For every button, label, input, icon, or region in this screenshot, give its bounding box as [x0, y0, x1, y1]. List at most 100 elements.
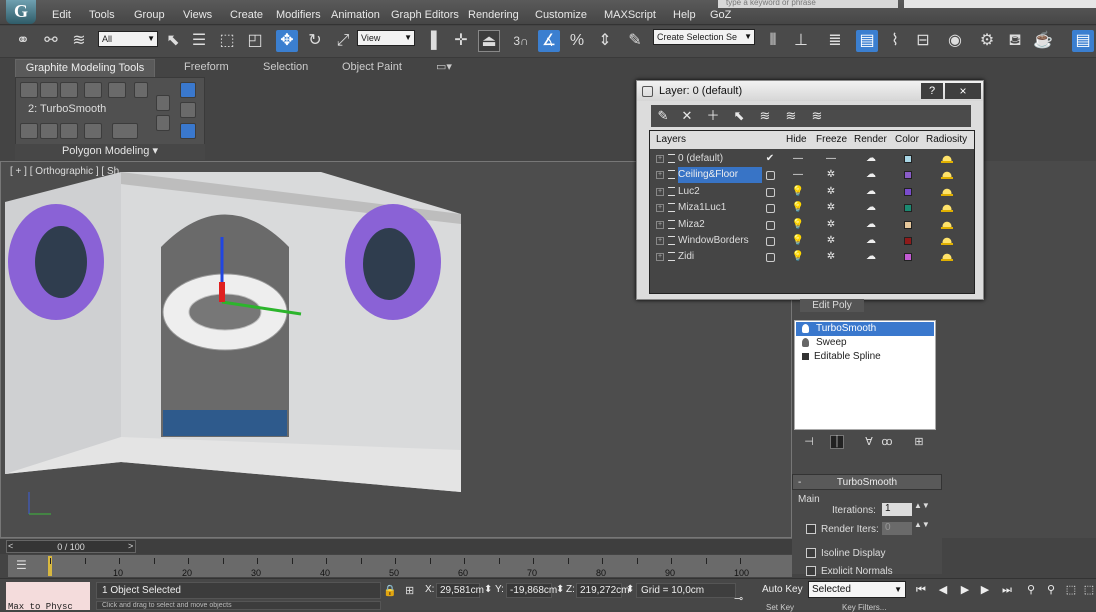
ribbon-btn-12[interactable] — [156, 95, 170, 111]
add-to-layer-icon[interactable]: ＋ — [703, 107, 723, 125]
set-key-button[interactable]: Set Key — [766, 603, 794, 612]
viewport-label[interactable]: [ + ] [ Orthographic ] [ Sh — [10, 166, 119, 177]
col-freeze[interactable]: Freeze — [816, 134, 847, 145]
mini-curve-editor-icon[interactable]: ☰ — [16, 558, 27, 572]
next-key-icon[interactable]: ▶ — [976, 582, 994, 598]
render-iters-spinner[interactable]: 0 — [882, 522, 912, 535]
ribbon-btn-11[interactable] — [112, 123, 138, 139]
layer-row[interactable]: +0 (default) ✔ — — ☁ — [650, 151, 974, 167]
hide-toggle[interactable]: 💡 — [791, 233, 805, 249]
ribbon-btn-6[interactable] — [134, 82, 148, 98]
layer-name[interactable]: 0 (default) — [678, 151, 723, 167]
bind-spacewarp-icon[interactable]: ≋ — [68, 30, 90, 52]
prev-key-icon[interactable]: ◀ — [934, 582, 952, 598]
menu-animation[interactable]: Animation — [331, 0, 380, 25]
render-iters-checkbox[interactable] — [806, 524, 816, 534]
menu-help[interactable]: Help — [673, 0, 696, 25]
graphite-toggle-icon[interactable]: ▤ — [856, 30, 878, 52]
render-toggle[interactable]: ☁ — [864, 184, 878, 200]
layer-row[interactable]: + Luc2 💡 ✲ ☁ — [650, 184, 974, 200]
align-icon[interactable]: ⊥ — [790, 30, 812, 52]
current-layer-check-icon[interactable]: ✔ — [763, 151, 777, 167]
ribbon-btn-15[interactable] — [180, 102, 196, 118]
col-radiosity[interactable]: Radiosity — [926, 134, 967, 145]
play-icon[interactable]: ▶ — [956, 582, 974, 598]
set-current-checkbox[interactable] — [766, 253, 775, 263]
scale-icon[interactable]: ⤢ — [332, 30, 354, 52]
x-coordinate-field[interactable]: 29,581cm — [436, 583, 484, 598]
layer-row[interactable]: + Miza1Luc1 💡 ✲ ☁ — [650, 200, 974, 216]
render-toggle[interactable]: ☁ — [864, 151, 878, 167]
ribbon-options-icon[interactable]: ▭▾ — [436, 59, 452, 77]
spinner-snap-icon[interactable]: ⇕ — [594, 30, 616, 52]
tab-selection[interactable]: Selection — [263, 59, 308, 77]
mirror-icon[interactable]: ⫴ — [762, 30, 784, 52]
menu-group[interactable]: Group — [134, 0, 165, 25]
layer-name[interactable]: WindowBorders — [678, 233, 749, 249]
radiosity-icon[interactable] — [941, 169, 953, 180]
modifier-item[interactable]: Editable Spline — [796, 350, 934, 364]
render-toggle[interactable]: ☁ — [864, 200, 878, 216]
set-current-checkbox[interactable] — [766, 171, 775, 181]
ribbon-btn-16[interactable] — [180, 123, 196, 139]
layer-row[interactable]: + WindowBorders 💡 ✲ ☁ — [650, 233, 974, 249]
ribbon-btn-4[interactable] — [84, 82, 102, 98]
expand-icon[interactable]: + — [656, 237, 664, 245]
close-button[interactable]: × — [945, 83, 981, 99]
menu-rendering[interactable]: Rendering — [468, 0, 519, 25]
search-input[interactable]: type a keyword or phrase — [718, 0, 898, 8]
expand-icon[interactable]: + — [656, 171, 664, 180]
radiosity-icon[interactable] — [941, 202, 953, 213]
maximize-viewport-icon[interactable]: ⬚ — [1080, 582, 1096, 598]
layer-row[interactable]: + Ceiling&Floor — ✲ ☁ — [650, 167, 974, 184]
layer-name[interactable]: Miza1Luc1 — [678, 200, 726, 216]
move-icon[interactable]: ✥ — [276, 30, 298, 52]
key-mode-dropdown[interactable]: Selected ▼ — [808, 581, 906, 598]
layer-color-swatch[interactable] — [904, 237, 912, 245]
zoom-all-icon[interactable]: ⚲ — [1042, 582, 1060, 598]
make-unique-icon[interactable]: ∀ — [862, 435, 876, 449]
explicit-normals-checkbox[interactable] — [806, 566, 816, 576]
menu-modifiers[interactable]: Modifiers — [276, 0, 321, 25]
freeze-unfreeze-all-icon[interactable]: ≋ — [807, 107, 827, 125]
rollout-header[interactable]: - TurboSmooth — [792, 474, 942, 490]
radiosity-icon[interactable] — [941, 235, 953, 245]
set-current-checkbox[interactable] — [766, 187, 775, 197]
menu-edit[interactable]: Edit — [52, 0, 71, 25]
radiosity-icon[interactable] — [941, 185, 953, 196]
menu-views[interactable]: Views — [183, 0, 212, 25]
expand-icon[interactable]: + — [656, 220, 664, 229]
radiosity-icon[interactable] — [941, 153, 953, 163]
hide-toggle[interactable]: 💡 — [791, 200, 805, 216]
ribbon-btn-14[interactable] — [180, 82, 196, 98]
delete-layer-icon[interactable]: ✕ — [677, 107, 697, 125]
percent-snap-icon[interactable]: % — [566, 30, 588, 52]
spinner-arrows-icon[interactable]: ⬍ — [484, 584, 492, 595]
expand-icon[interactable]: + — [656, 155, 664, 163]
keyboard-shortcut-override-icon[interactable]: ⏏ — [478, 30, 500, 52]
modifier-on-icon[interactable] — [802, 324, 809, 333]
rect-selection-icon[interactable]: ⬚ — [216, 30, 238, 52]
freeze-toggle[interactable]: ✲ — [824, 233, 838, 249]
tab-graphite-modeling[interactable]: Graphite Modeling Tools — [15, 59, 155, 77]
expand-icon[interactable]: + — [656, 187, 664, 196]
next-frame-icon[interactable]: > — [128, 541, 133, 551]
ribbon-btn-5[interactable] — [108, 82, 126, 98]
radiosity-icon[interactable] — [941, 218, 953, 229]
layer-name[interactable]: Miza2 — [678, 217, 705, 233]
highlight-selected-icon[interactable]: ≋ — [755, 107, 775, 125]
absolute-mode-icon[interactable]: ⊞ — [405, 584, 414, 597]
zoom-icon[interactable]: ⚲ — [1022, 582, 1040, 598]
spinner-arrows-icon[interactable]: ▲▼ — [914, 521, 930, 535]
layer-color-swatch[interactable] — [904, 187, 912, 196]
col-hide[interactable]: Hide — [786, 134, 807, 145]
create-layer-icon[interactable]: ✎ — [653, 107, 673, 125]
modifier-on-icon[interactable] — [802, 338, 809, 347]
col-render[interactable]: Render — [854, 134, 887, 145]
polygon-modeling-dropdown[interactable]: Polygon Modeling ▾ — [15, 144, 205, 160]
col-color[interactable]: Color — [895, 134, 919, 145]
named-selection-dropdown[interactable]: Create Selection Se ▼ — [653, 29, 755, 45]
ribbon-btn-7[interactable] — [20, 123, 38, 139]
zoom-extents-icon[interactable]: ⬚ — [1062, 582, 1080, 598]
layer-color-swatch[interactable] — [904, 253, 912, 262]
